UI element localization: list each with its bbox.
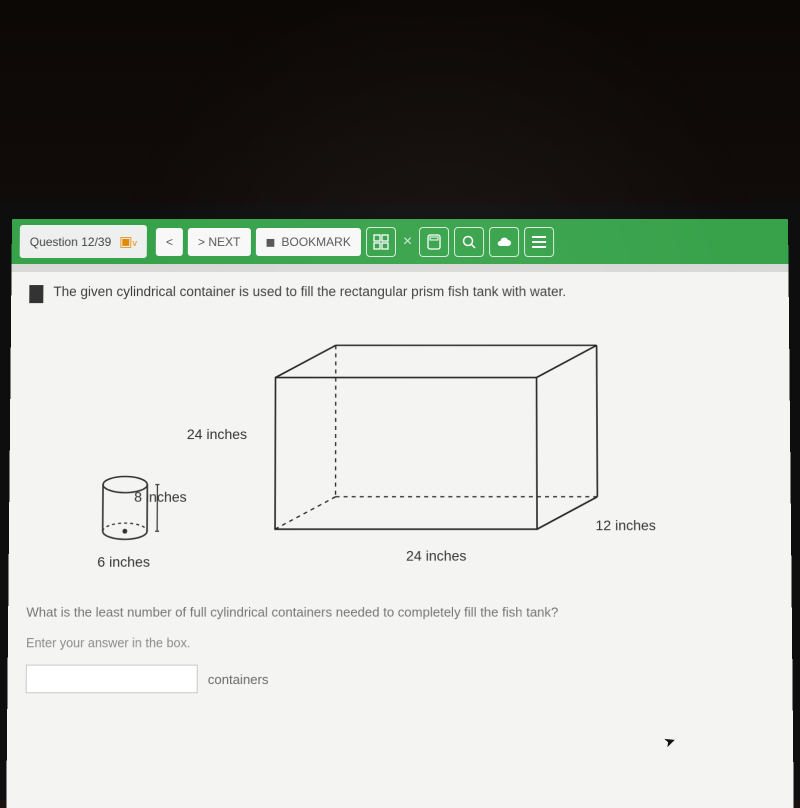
prism-depth-label: 12 inches <box>595 517 655 533</box>
prism-height-label: 24 inches <box>187 426 247 442</box>
bookmark-icon: ◼ <box>265 234 275 248</box>
question-marker-icon <box>29 285 43 303</box>
menu-icon[interactable] <box>524 226 554 256</box>
question-stem: The given cylindrical container is used … <box>53 284 566 299</box>
calculator-icon[interactable] <box>419 226 449 256</box>
figure-row: 8 inches 6 inches <box>27 309 774 590</box>
next-label: > NEXT <box>198 234 240 248</box>
bookmark-button[interactable]: ◼ BOOKMARK <box>255 227 360 255</box>
enter-hint: Enter your answer in the box. <box>26 636 774 650</box>
cylinder-diameter-label: 6 inches <box>97 554 150 570</box>
prism-width-label: 24 inches <box>406 547 466 563</box>
cloud-icon[interactable] <box>489 226 519 256</box>
question-panel: The given cylindrical container is used … <box>7 272 792 710</box>
question-prompt: What is the least number of full cylindr… <box>26 604 773 619</box>
flag-icon[interactable]: ▣v <box>119 233 137 250</box>
sub-toolbar <box>11 264 788 272</box>
question-counter-text: Question 12/39 <box>30 234 112 248</box>
question-counter: Question 12/39 ▣v <box>20 225 147 258</box>
prev-button[interactable]: < <box>156 227 183 255</box>
next-button[interactable]: > NEXT <box>188 227 251 255</box>
cylinder-height-label: 8 inches <box>134 489 187 505</box>
cylinder-figure: 8 inches 6 inches <box>37 472 239 569</box>
answer-input[interactable] <box>26 665 198 694</box>
grid-icon[interactable] <box>366 226 396 256</box>
quiz-toolbar: Question 12/39 ▣v < > NEXT ◼ BOOKMARK × <box>12 219 789 264</box>
chevron-left-icon: < <box>166 234 173 248</box>
close-icon[interactable]: × <box>401 232 414 250</box>
bookmark-label: BOOKMARK <box>281 234 350 248</box>
prism-figure: 24 inches 24 inches 12 inches <box>255 337 659 570</box>
search-icon[interactable] <box>454 226 484 256</box>
answer-unit-label: containers <box>208 671 269 686</box>
